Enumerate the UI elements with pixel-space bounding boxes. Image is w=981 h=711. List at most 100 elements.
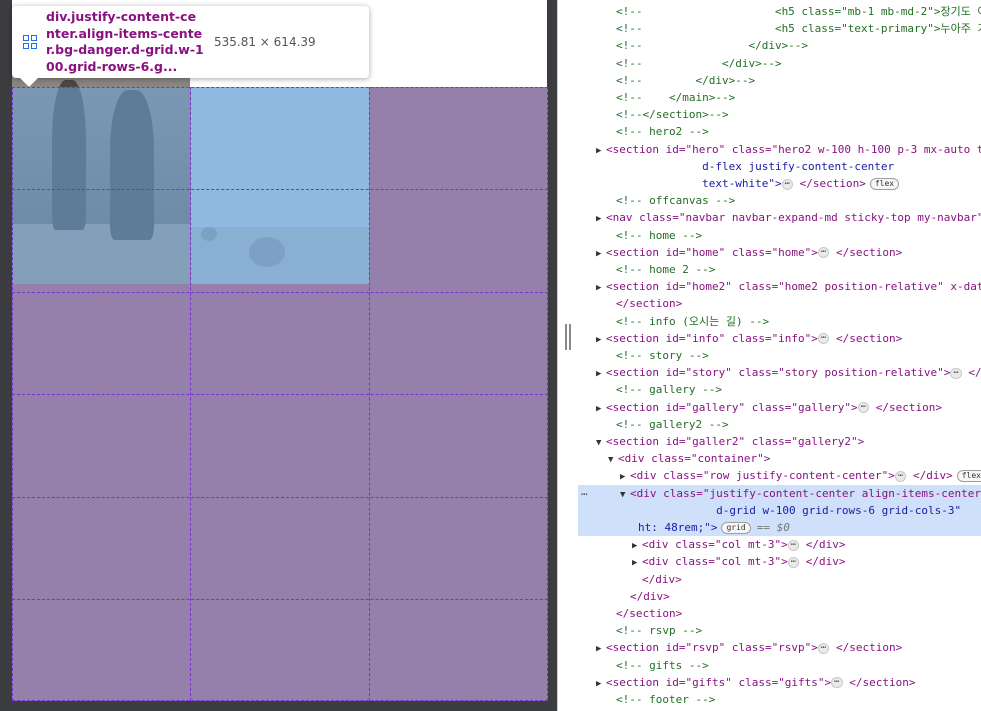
flex-badge[interactable]: flex (956, 470, 981, 483)
dom-node-text: <!-- </main>--> (616, 91, 736, 104)
tooltip-size: 535.81 × 614.39 (214, 35, 316, 49)
ellipsis-icon[interactable]: ⋯ (831, 677, 843, 689)
dom-node-text: <!-- gifts --> (616, 658, 709, 672)
dom-node-text: </section> (616, 607, 683, 620)
dom-node-row[interactable]: <!-- </div>--> (578, 37, 981, 54)
dom-node-row[interactable]: ▶ <section id="hero" class="hero2 w-100 h… (578, 141, 981, 158)
dom-node-text: <section id="gifts" class="gifts"> (606, 675, 832, 689)
dom-node-row[interactable]: <!-- gifts --> (578, 657, 981, 674)
dom-node-selected[interactable]: ht: 48rem;"> grid == $0 (578, 519, 981, 536)
dom-node-text: <section id="hero" class="hero2 w-100 h-… (606, 142, 981, 156)
elements-panel[interactable]: <!-- <h5 class="mb-1 mb-md-2">장기도 아름가 <!-… (578, 0, 981, 711)
dom-node-text: text-white"> (616, 177, 782, 190)
dom-node-text: <div class="justify-content-center align… (630, 486, 981, 500)
dom-node-row[interactable]: ▶ <section id="gifts" class="gifts"> ⋯ </s… (578, 674, 981, 691)
dom-node-text: <nav class="navbar navbar-expand-md stic… (606, 211, 981, 225)
dom-node-row[interactable]: ▶ <div class="col mt-3"> ⋯ </div> (578, 536, 981, 553)
dom-node-row[interactable]: ▼ <section id="galler2" class="gallery2"> (578, 433, 981, 450)
dom-node-row[interactable]: <!-- </div>--> (578, 55, 981, 72)
ellipsis-icon[interactable]: ⋯ (857, 402, 870, 414)
selected-node-menu-icon[interactable]: … (581, 485, 588, 498)
dom-node-row[interactable]: <!-- <h5 class="mb-1 mb-md-2">장기도 아름가 (578, 3, 981, 20)
ellipsis-icon[interactable]: ⋯ (781, 178, 793, 190)
dom-node-text: <section id="info" class="info"> (606, 331, 818, 345)
dom-node-text: <div class="col mt-3"> (642, 538, 788, 552)
dom-node-row[interactable]: </div> (578, 571, 981, 588)
dom-node-text: <!-- footer --> (616, 693, 716, 706)
dom-node-row[interactable]: ▶ <section id="story" class="story positi… (578, 364, 981, 381)
dom-node-row[interactable]: <!-- gallery2 --> (578, 416, 981, 433)
closing-tag: </section> (842, 675, 916, 689)
dom-node-selected[interactable]: ▼ <div class="justify-content-center alig… (578, 484, 981, 502)
dom-node-row[interactable]: d-flex justify-content-center (578, 158, 981, 175)
dom-node-row[interactable]: </section> (578, 605, 981, 622)
closing-tag: </section> (793, 177, 866, 190)
grid-row-line-1 (12, 189, 548, 190)
dom-node-row[interactable]: text-white"> ⋯ </section> flex (578, 175, 981, 192)
dom-node-row[interactable]: <!-- home --> (578, 227, 981, 244)
grid-icon (23, 35, 37, 49)
dom-node-row[interactable]: ▶ <section id="home2" class="home2 positi… (578, 278, 981, 295)
dom-node-text: d-grid w-100 grid-rows-6 grid-cols-3" (630, 503, 962, 517)
dom-node-row[interactable]: </section> (578, 295, 981, 312)
dom-node-text: <!--</section>--> (616, 108, 729, 122)
dom-node-row[interactable]: <!-- info (오시는 길) --> (578, 313, 981, 330)
grid-row-line-3 (12, 394, 548, 395)
dom-node-text: <!-- story --> (616, 349, 709, 362)
dom-node-row[interactable]: <!-- <h5 class="text-primary">누아주 가든< (578, 20, 981, 37)
closing-tag: </div> (799, 555, 846, 569)
dom-node-row[interactable]: ▶ <section id="info" class="info"> ⋯ </sec… (578, 330, 981, 347)
dom-node-row[interactable]: ▶ <nav class="navbar navbar-expand-md sti… (578, 209, 981, 226)
ellipsis-icon[interactable]: ⋯ (894, 470, 907, 482)
dom-node-row[interactable]: <!-- story --> (578, 347, 981, 364)
dom-node-text: ht: 48rem;"> (638, 521, 718, 534)
ellipsis-icon[interactable]: ⋯ (817, 333, 830, 345)
ellipsis-icon[interactable]: ⋯ (817, 247, 830, 259)
resize-handle[interactable] (565, 324, 571, 350)
tooltip-arrow (20, 78, 38, 87)
dom-node-row[interactable]: ▶ <div class="row justify-content-center"… (578, 467, 981, 484)
dom-node-text: d-flex justify-content-center (616, 159, 895, 173)
dom-node-row[interactable]: ▶ <div class="col mt-3"> ⋯ </div> (578, 553, 981, 570)
dom-node-row[interactable]: </div> (578, 588, 981, 605)
grid-row-line-2 (12, 292, 548, 293)
closing-tag: </div> (906, 469, 953, 483)
dom-node-row[interactable]: <!-- rsvp --> (578, 622, 981, 639)
ellipsis-icon[interactable]: ⋯ (787, 539, 800, 551)
dom-node-row[interactable]: ▶ <section id="gallery" class="gallery"> ⋯… (578, 399, 981, 416)
dom-node-text: <!-- gallery2 --> (616, 417, 729, 431)
dom-node-row[interactable]: <!-- </div>--> (578, 72, 981, 89)
dom-node-row[interactable]: <!--</section>--> (578, 106, 981, 123)
closing-tag: </section> (829, 331, 903, 345)
dom-node-row[interactable]: <!-- offcanvas --> (578, 192, 981, 209)
dom-node-text: <section id="galler2" class="gallery2"> (606, 435, 865, 448)
dom-node-text: <!-- offcanvas --> (616, 194, 736, 208)
dom-node-row[interactable]: ▼ <div class="container"> (578, 450, 981, 467)
dom-node-text: <!-- </div>--> (616, 39, 809, 53)
dom-node-text: <!-- home 2 --> (616, 263, 716, 276)
dom-node-text: <!-- rsvp --> (616, 624, 703, 638)
dom-node-row[interactable]: ▶ <section id="home" class="home"> ⋯ </sec… (578, 244, 981, 261)
dom-node-selected[interactable]: d-grid w-100 grid-rows-6 grid-cols-3" (578, 501, 981, 519)
grid-col-line-1 (190, 87, 191, 701)
grid-badge[interactable]: grid (721, 522, 751, 534)
grid-row-line-4 (12, 497, 548, 498)
inspect-tooltip: div.justify-content-center.align-items-c… (12, 6, 369, 78)
dom-node-text: <!-- home --> (616, 228, 703, 242)
dom-node-row[interactable]: <!-- </main>--> (578, 89, 981, 106)
dom-node-row[interactable]: ▶ <section id="rsvp" class="rsvp"> ⋯ </sec… (578, 639, 981, 656)
dom-node-row[interactable]: <!-- home 2 --> (578, 261, 981, 278)
dom-node-row[interactable]: <!-- hero2 --> (578, 123, 981, 140)
dom-node-text: <!-- </div>--> (616, 73, 756, 87)
flex-badge[interactable]: flex (869, 178, 900, 190)
dom-node-row[interactable]: <!-- footer --> (578, 691, 981, 708)
dom-node-text: <!-- </div>--> (616, 56, 782, 70)
ellipsis-icon[interactable]: ⋯ (950, 367, 962, 379)
ellipsis-icon[interactable]: ⋯ (787, 556, 800, 568)
dom-node-text: <!-- gallery --> (616, 383, 722, 397)
console-ref: == $0 (756, 521, 790, 534)
ellipsis-icon[interactable]: ⋯ (817, 642, 830, 654)
dom-node-text: <!-- info (오시는 길) --> (616, 314, 770, 328)
dom-node-text: <div class="col mt-3"> (642, 555, 788, 569)
dom-node-row[interactable]: <!-- gallery --> (578, 381, 981, 398)
